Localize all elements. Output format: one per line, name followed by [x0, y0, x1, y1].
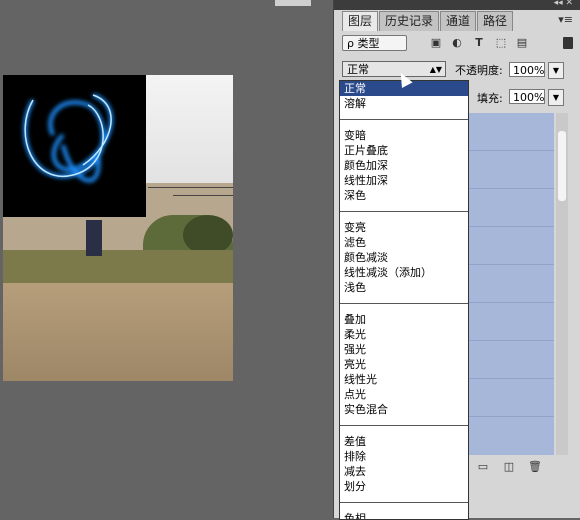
blend-mode-item[interactable]: 减去	[340, 464, 468, 479]
menu-separator	[340, 303, 468, 304]
tree	[183, 215, 233, 255]
ground	[3, 283, 233, 381]
blend-mode-item[interactable]: 滤色	[340, 235, 468, 250]
tab-history[interactable]: 历史记录	[379, 11, 440, 31]
folder-icon[interactable]: ▭	[477, 461, 489, 473]
scrollbar-thumb[interactable]	[558, 131, 566, 201]
smart-filter-icon[interactable]: ▤	[515, 36, 529, 50]
blend-mode-item[interactable]: 亮光	[340, 357, 468, 372]
menu-separator	[340, 119, 468, 120]
tab-paths[interactable]: 路径	[477, 11, 514, 31]
type-filter-icon[interactable]: T	[472, 36, 486, 50]
panel-tabs: 图层 历史记录 通道 路径	[342, 11, 514, 31]
tab-layers[interactable]: 图层	[342, 11, 379, 31]
menu-separator	[340, 425, 468, 426]
menu-separator	[340, 502, 468, 503]
blend-mode-item[interactable]: 颜色加深	[340, 158, 468, 173]
new-layer-icon[interactable]: ◫	[503, 461, 515, 473]
blend-mode-item[interactable]: 变亮	[340, 220, 468, 235]
blend-mode-item[interactable]: 正片叠底	[340, 143, 468, 158]
filter-toggle[interactable]	[563, 37, 573, 49]
opacity-input[interactable]: 100%	[509, 62, 545, 77]
blend-mode-item[interactable]: 柔光	[340, 327, 468, 342]
image-filter-icon[interactable]: ▣	[429, 36, 443, 50]
menu-separator	[340, 211, 468, 212]
blend-mode-item[interactable]: 色相	[340, 511, 468, 519]
blend-mode-item[interactable]: 点光	[340, 387, 468, 402]
light-trail-layer	[3, 75, 146, 217]
light-trail-graphic	[23, 93, 113, 183]
document-canvas[interactable]	[3, 75, 233, 381]
power-line	[173, 195, 233, 196]
layers-scrollbar[interactable]	[556, 113, 568, 455]
collapse-icon[interactable]: ◂◂ ✕	[554, 0, 573, 8]
blend-mode-value: 正常	[347, 63, 369, 76]
adjust-filter-icon[interactable]: ◐	[450, 36, 464, 50]
blend-mode-item[interactable]: 溶解	[340, 96, 468, 111]
opacity-label: 不透明度:	[455, 64, 503, 77]
blend-mode-item[interactable]: 线性光	[340, 372, 468, 387]
fill-input[interactable]: 100%	[509, 89, 545, 104]
opacity-dropdown-button[interactable]: ▼	[548, 62, 564, 79]
blend-mode-item[interactable]: 深色	[340, 188, 468, 203]
person	[86, 220, 102, 256]
blend-mode-item[interactable]: 排除	[340, 449, 468, 464]
blend-mode-item[interactable]: 变暗	[340, 128, 468, 143]
field	[3, 250, 233, 285]
blend-mode-item[interactable]: 划分	[340, 479, 468, 494]
blend-mode-groups: 正常 溶解 变暗 正片叠底 颜色加深 线性加深 深色 变亮 滤色 颜色减淡 线性减淡（添加） 浅色 叠加…	[340, 81, 468, 519]
blend-mode-item[interactable]: 实色混合	[340, 402, 468, 417]
blend-mode-item[interactable]: 叠加	[340, 312, 468, 327]
trash-icon[interactable]: 🗑	[528, 461, 542, 473]
blend-mode-item[interactable]: 线性减淡（添加）	[340, 265, 468, 280]
blend-mode-item[interactable]: 线性加深	[340, 173, 468, 188]
top-button[interactable]	[275, 0, 311, 6]
blend-mode-item[interactable]: 差值	[340, 434, 468, 449]
filter-kind-select[interactable]: ρ 类型	[342, 35, 407, 51]
blend-mode-select[interactable]: 正常 ▲▼	[342, 61, 446, 77]
fill-dropdown-button[interactable]: ▼	[548, 89, 564, 106]
panel-menu-icon[interactable]: ▾≡	[558, 13, 573, 26]
fill-label: 填充:	[477, 92, 503, 105]
panel-titlebar: ◂◂ ✕	[334, 0, 580, 10]
tab-channels[interactable]: 通道	[440, 11, 477, 31]
shape-filter-icon[interactable]: ⬚	[494, 36, 508, 50]
blend-mode-item[interactable]: 浅色	[340, 280, 468, 295]
blend-mode-item[interactable]: 颜色减淡	[340, 250, 468, 265]
chevron-updown-icon: ▲▼	[429, 65, 442, 74]
blend-mode-menu: 正常 溶解 变暗 正片叠底 颜色加深 线性加深 深色 变亮 滤色 颜色减淡 线性减淡（添加） 浅色 叠加…	[339, 80, 469, 520]
blend-mode-item[interactable]: 强光	[340, 342, 468, 357]
power-line	[148, 187, 233, 188]
